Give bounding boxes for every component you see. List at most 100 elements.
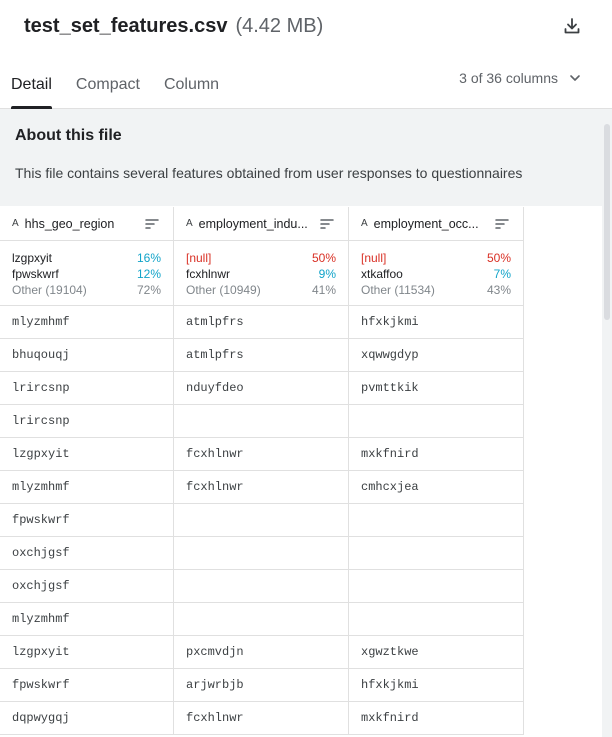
summary-percent: 50% (311, 251, 336, 265)
file-size: (4.42 MB) (235, 14, 324, 37)
table-cell[interactable] (349, 570, 524, 603)
table-cell[interactable] (174, 537, 349, 570)
table-row: lzgpxyit fcxhlnwr mxkfnird (0, 438, 524, 471)
table-cell[interactable]: fcxhlnwr (174, 702, 349, 735)
sort-icon[interactable] (495, 218, 509, 230)
table-cell[interactable]: mlyzmhmf (0, 306, 174, 339)
column-header-employment-industry[interactable]: A employment_indu... (174, 207, 349, 241)
table-cell[interactable]: mlyzmhmf (0, 471, 174, 504)
table-cell[interactable]: lrircsnp (0, 405, 174, 438)
table-cell[interactable]: atmlpfrs (174, 306, 349, 339)
summary-label: [null] (186, 251, 212, 265)
summary-label: Other (19104) (12, 283, 87, 297)
tab-compact[interactable]: Compact (76, 76, 140, 108)
table-cell[interactable] (174, 570, 349, 603)
table-cell[interactable]: pvmttkik (349, 372, 524, 405)
table-cell[interactable]: fcxhlnwr (174, 438, 349, 471)
table-cell[interactable]: bhuqouqj (0, 339, 174, 372)
column-summary: [null] 50% xtkaffoo 7% Other (11534) 43% (349, 241, 524, 306)
about-title: About this file (15, 127, 122, 144)
table-row: mlyzmhmf atmlpfrs hfxkjkmi (0, 306, 524, 339)
column-summary: [null] 50% fcxhlnwr 9% Other (10949) 41% (174, 241, 349, 306)
about-section: About this file This file contains sever… (0, 109, 612, 206)
table-header-row: A hhs_geo_region A employment_indu... A … (0, 207, 524, 241)
table-cell[interactable] (349, 537, 524, 570)
summary-label: fpwskwrf (12, 267, 59, 281)
column-header-employment-occupation[interactable]: A employment_occ... (349, 207, 524, 241)
summary-line: fcxhlnwr 9% (186, 266, 336, 282)
table-cell[interactable]: fpwskwrf (0, 669, 174, 702)
table-row: fpwskwrf (0, 504, 524, 537)
column-name: hhs_geo_region (24, 216, 115, 231)
column-name: employment_occ... (373, 216, 479, 231)
summary-line: Other (11534) 43% (361, 282, 511, 298)
table-cell[interactable]: fcxhlnwr (174, 471, 349, 504)
summary-line: [null] 50% (361, 250, 511, 266)
table-cell[interactable]: fpwskwrf (0, 504, 174, 537)
column-name: employment_indu... (198, 216, 308, 231)
string-type-icon: A (361, 218, 368, 229)
column-header-hhs-geo-region[interactable]: A hhs_geo_region (0, 207, 174, 241)
summary-percent: 7% (493, 267, 511, 281)
table-row: fpwskwrf arjwrbjb hfxkjkmi (0, 669, 524, 702)
table-cell[interactable]: mlyzmhmf (0, 603, 174, 636)
table-cell[interactable]: nduyfdeo (174, 372, 349, 405)
table-cell[interactable]: pxcmvdjn (174, 636, 349, 669)
sort-icon[interactable] (145, 218, 159, 230)
table-body: mlyzmhmf atmlpfrs hfxkjkmi bhuqouqj atml… (0, 306, 524, 735)
table-cell[interactable]: lzgpxyit (0, 636, 174, 669)
table-cell[interactable]: hfxkjkmi (349, 306, 524, 339)
table-row: lrircsnp (0, 405, 524, 438)
summary-line: Other (10949) 41% (186, 282, 336, 298)
table-cell[interactable]: hfxkjkmi (349, 669, 524, 702)
table-cell[interactable]: mxkfnird (349, 702, 524, 735)
table-cell[interactable]: xqwwgdyp (349, 339, 524, 372)
vertical-scrollbar[interactable] (602, 110, 612, 737)
download-icon[interactable] (562, 16, 582, 36)
table-cell[interactable] (349, 405, 524, 438)
summary-percent: 41% (311, 283, 336, 297)
summary-label: Other (11534) (361, 283, 435, 297)
sort-icon[interactable] (320, 218, 334, 230)
string-type-icon: A (12, 218, 19, 229)
summary-percent: 72% (136, 283, 161, 297)
table-row: lzgpxyit pxcmvdjn xgwztkwe (0, 636, 524, 669)
table-cell[interactable]: oxchjgsf (0, 537, 174, 570)
summary-percent: 43% (486, 283, 511, 297)
table-cell[interactable] (174, 603, 349, 636)
column-summary-row: lzgpxyit 16% fpwskwrf 12% Other (19104) 72%… (0, 241, 524, 306)
summary-percent: 9% (318, 267, 336, 281)
tab-column[interactable]: Column (164, 76, 219, 108)
table-cell[interactable]: mxkfnird (349, 438, 524, 471)
table-cell[interactable] (349, 504, 524, 537)
summary-line: fpwskwrf 12% (12, 266, 161, 282)
string-type-icon: A (186, 218, 193, 229)
summary-line: lzgpxyit 16% (12, 250, 161, 266)
scrollbar-thumb[interactable] (604, 124, 610, 320)
tab-detail[interactable]: Detail (11, 76, 52, 109)
summary-line: [null] 50% (186, 250, 336, 266)
column-summary: lzgpxyit 16% fpwskwrf 12% Other (19104) 72% (0, 241, 174, 306)
table-cell[interactable]: xgwztkwe (349, 636, 524, 669)
about-description: This file contains several features obta… (15, 165, 523, 181)
table-cell[interactable]: oxchjgsf (0, 570, 174, 603)
file-title: test_set_features.csv (24, 14, 228, 37)
table-cell[interactable]: dqpwygqj (0, 702, 174, 735)
table-cell[interactable]: atmlpfrs (174, 339, 349, 372)
table-cell[interactable]: lzgpxyit (0, 438, 174, 471)
summary-line: Other (19104) 72% (12, 282, 161, 298)
table-cell[interactable]: lrircsnp (0, 372, 174, 405)
summary-line: xtkaffoo 7% (361, 266, 511, 282)
summary-percent: 16% (136, 251, 161, 265)
columns-count-label: 3 of 36 columns (459, 70, 558, 86)
table-cell[interactable] (174, 504, 349, 537)
summary-label: fcxhlnwr (186, 267, 231, 281)
data-table: A hhs_geo_region A employment_indu... A … (0, 207, 524, 735)
columns-dropdown[interactable]: 3 of 36 columns (459, 70, 582, 86)
table-cell[interactable] (174, 405, 349, 438)
table-row: mlyzmhmf (0, 603, 524, 636)
table-cell[interactable] (349, 603, 524, 636)
table-cell[interactable]: arjwrbjb (174, 669, 349, 702)
summary-label: Other (10949) (186, 283, 261, 297)
table-cell[interactable]: cmhcxjea (349, 471, 524, 504)
